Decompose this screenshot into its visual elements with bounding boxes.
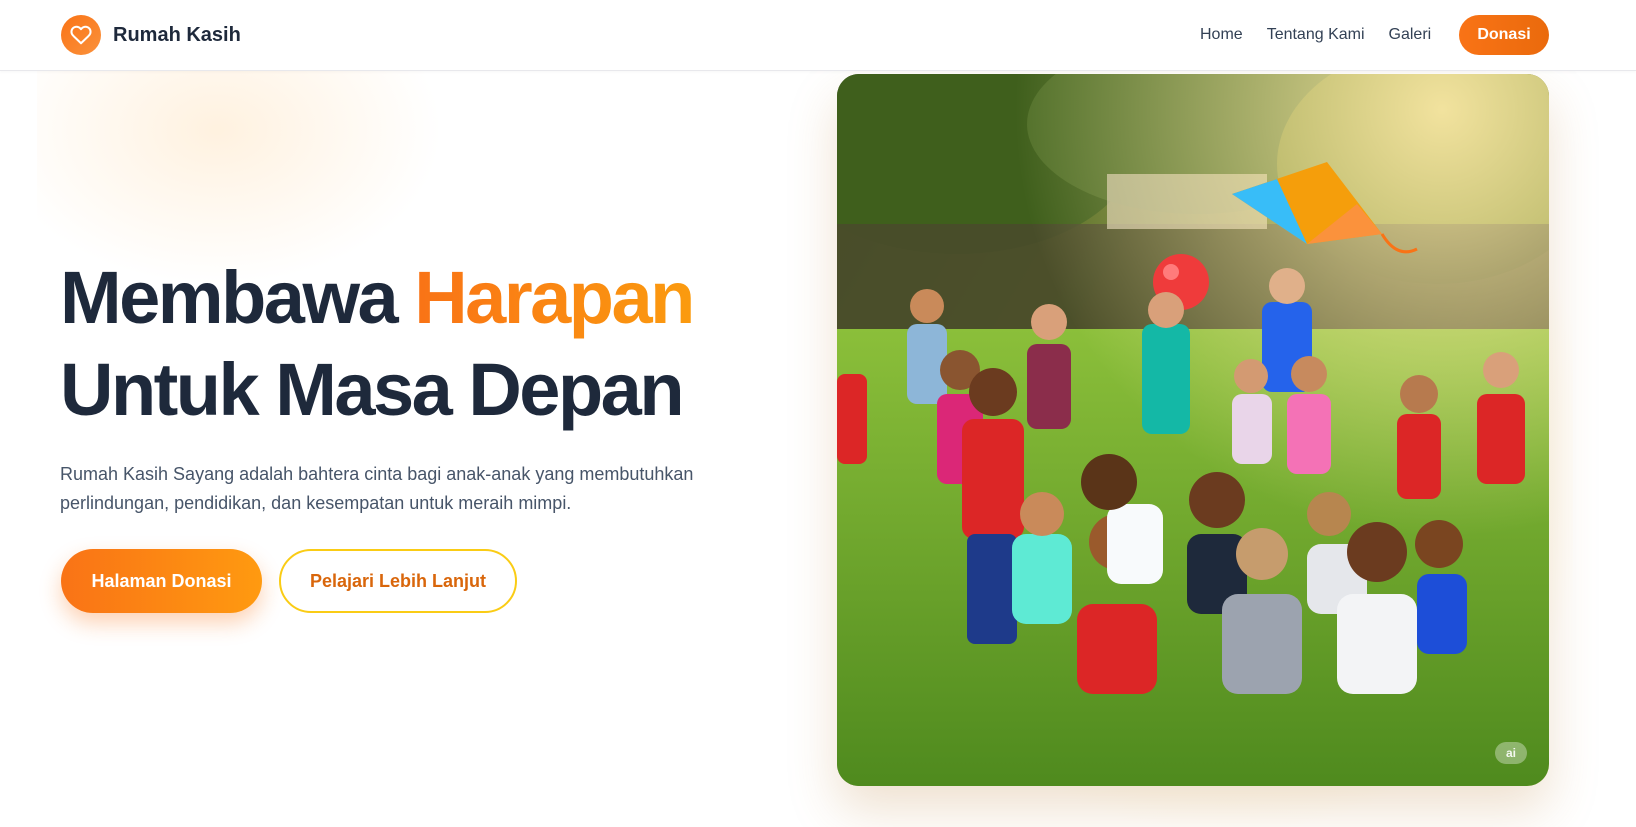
nav-donate-button[interactable]: Donasi xyxy=(1459,15,1549,55)
donation-page-button[interactable]: Halaman Donasi xyxy=(61,549,262,613)
hero-title-part1: Membawa xyxy=(60,256,399,339)
learn-more-button[interactable]: Pelajari Lebih Lanjut xyxy=(279,549,517,613)
navbar: Rumah Kasih Home Tentang Kami Galeri Don… xyxy=(0,0,1636,71)
hero-image: ai xyxy=(837,74,1549,786)
ai-badge: ai xyxy=(1495,742,1527,764)
hero-title: Membawa Harapan Untuk Masa Depan xyxy=(60,252,760,436)
children-playing-illustration xyxy=(837,74,1549,786)
hero-title-part2: Untuk Masa Depan xyxy=(60,348,685,431)
hero-description: Rumah Kasih Sayang adalah bahtera cinta … xyxy=(60,464,694,513)
nav-link-tentang-kami[interactable]: Tentang Kami xyxy=(1267,23,1365,47)
brand[interactable]: Rumah Kasih xyxy=(61,15,241,55)
heart-icon xyxy=(61,15,101,55)
hero-title-accent: Harapan xyxy=(414,256,695,339)
nav-link-home[interactable]: Home xyxy=(1200,23,1243,47)
nav-links: Home Tentang Kami Galeri xyxy=(1200,23,1455,47)
brand-name: Rumah Kasih xyxy=(113,23,241,46)
nav-link-galeri[interactable]: Galeri xyxy=(1389,23,1432,47)
